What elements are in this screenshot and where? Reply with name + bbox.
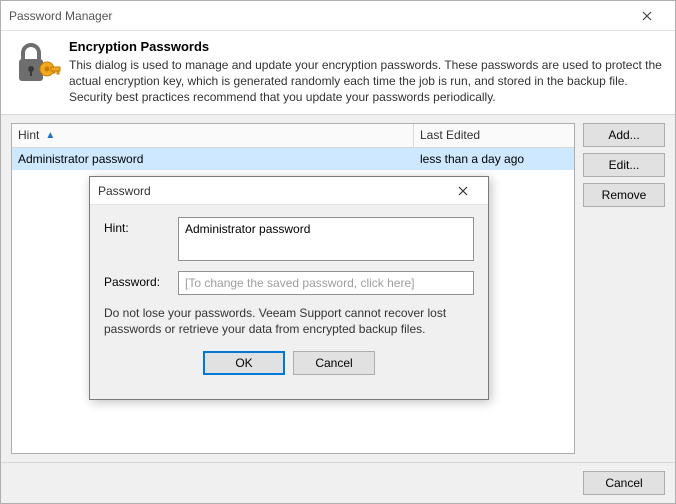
window-cancel-button[interactable]: Cancel bbox=[583, 471, 665, 495]
cell-last-edited: less than a day ago bbox=[414, 152, 574, 166]
window-close-button[interactable] bbox=[627, 2, 667, 30]
column-header-hint[interactable]: Hint ▲ bbox=[12, 124, 414, 148]
hint-input[interactable] bbox=[178, 217, 474, 261]
edit-button[interactable]: Edit... bbox=[583, 153, 665, 177]
password-input[interactable]: [To change the saved password, click her… bbox=[178, 271, 474, 295]
column-header-last-edited[interactable]: Last Edited bbox=[414, 124, 574, 148]
header-description: This dialog is used to manage and update… bbox=[69, 57, 663, 106]
close-icon bbox=[642, 11, 652, 21]
hint-label: Hint: bbox=[104, 217, 178, 235]
table-row[interactable]: Administrator password less than a day a… bbox=[12, 148, 574, 170]
dialog-title: Password bbox=[98, 184, 151, 198]
close-icon bbox=[458, 186, 468, 196]
window-title: Password Manager bbox=[9, 9, 112, 23]
dialog-titlebar[interactable]: Password bbox=[90, 177, 488, 205]
sort-ascending-icon: ▲ bbox=[45, 130, 55, 141]
add-button[interactable]: Add... bbox=[583, 123, 665, 147]
table-header-row: Hint ▲ Last Edited bbox=[12, 124, 574, 148]
window-footer: Cancel bbox=[1, 462, 675, 503]
dialog-close-button[interactable] bbox=[446, 178, 480, 204]
cell-hint: Administrator password bbox=[12, 152, 414, 166]
window-titlebar[interactable]: Password Manager bbox=[1, 1, 675, 31]
password-warning-text: Do not lose your passwords. Veeam Suppor… bbox=[104, 305, 474, 337]
lock-key-icon bbox=[13, 39, 61, 87]
header-panel: Encryption Passwords This dialog is used… bbox=[1, 31, 675, 115]
dialog-cancel-button[interactable]: Cancel bbox=[293, 351, 375, 375]
remove-button[interactable]: Remove bbox=[583, 183, 665, 207]
password-placeholder: [To change the saved password, click her… bbox=[185, 276, 414, 290]
password-manager-window: Password Manager Encryption Passwords Th… bbox=[0, 0, 676, 504]
header-title: Encryption Passwords bbox=[69, 39, 663, 54]
dialog-ok-button[interactable]: OK bbox=[203, 351, 285, 375]
password-label: Password: bbox=[104, 271, 178, 289]
password-dialog: Password Hint: Password: [To change the … bbox=[89, 176, 489, 400]
